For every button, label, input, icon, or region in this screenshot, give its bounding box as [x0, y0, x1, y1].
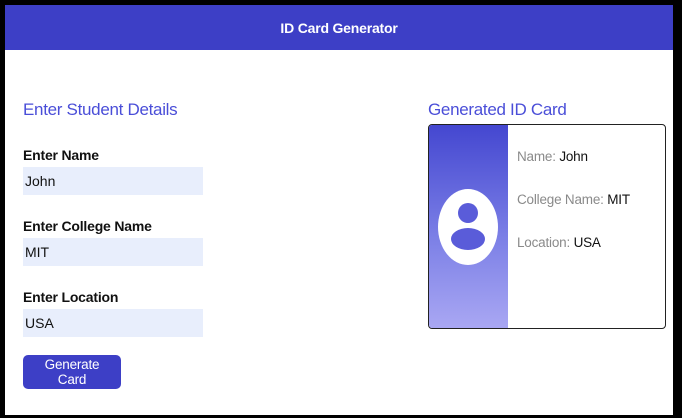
card-name-line: Name: John	[517, 149, 588, 164]
location-label: Enter Location	[23, 289, 119, 305]
card-name-value: John	[559, 149, 588, 164]
generated-card-heading: Generated ID Card	[428, 100, 567, 119]
card-location-value: USA	[573, 235, 601, 250]
college-label: Enter College Name	[23, 218, 152, 234]
card-photo-panel	[429, 125, 508, 328]
card-name-key: Name:	[517, 149, 556, 164]
student-details-heading: Enter Student Details	[23, 100, 178, 119]
card-college-key: College Name:	[517, 192, 604, 207]
name-input[interactable]	[23, 167, 203, 195]
name-label: Enter Name	[23, 147, 99, 163]
app-header: ID Card Generator	[5, 5, 673, 50]
app-window: ID Card Generator Enter Student Details …	[5, 5, 673, 415]
college-input[interactable]	[23, 238, 203, 266]
card-location-line: Location: USA	[517, 235, 601, 250]
card-college-line: College Name: MIT	[517, 192, 630, 207]
app-title: ID Card Generator	[280, 19, 398, 36]
card-location-key: Location:	[517, 235, 570, 250]
generate-card-button[interactable]: Generate Card	[23, 355, 121, 389]
card-college-value: MIT	[607, 192, 630, 207]
id-card: Name: John College Name: MIT Location: U…	[428, 124, 666, 329]
location-input[interactable]	[23, 309, 203, 337]
user-avatar-icon	[438, 189, 498, 265]
